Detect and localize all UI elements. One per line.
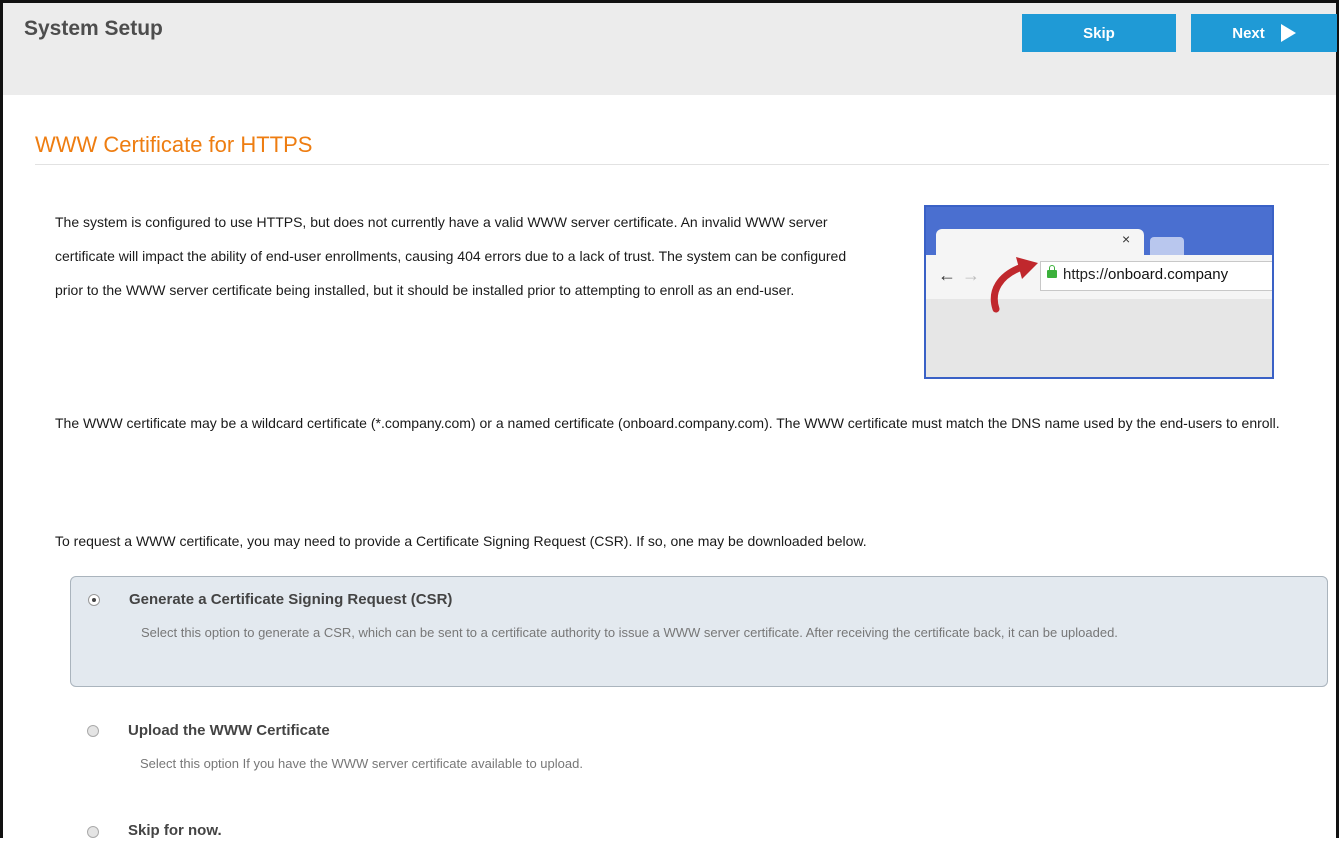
radio-generate-csr[interactable] [88,594,100,606]
skip-button-label: Skip [1083,24,1115,42]
option-generate-csr[interactable]: Generate a Certificate Signing Request (… [70,576,1328,687]
forward-arrow-icon: → [962,265,980,285]
section-title: WWW Certificate for HTTPS [35,132,313,157]
option-title: Generate a Certificate Signing Request (… [129,591,453,608]
lock-icon [1047,265,1057,278]
next-button-label: Next [1232,24,1265,42]
play-arrow-icon [1280,24,1296,42]
option-description: Select this option to generate a CSR, wh… [141,625,1118,640]
close-tab-icon: × [1122,231,1131,247]
section-divider [35,164,1329,165]
https-browser-illustration: × ← → https://onboard.company [924,205,1274,379]
browser-toolbar: ← → https://onboard.company [926,255,1272,299]
radio-skip-for-now[interactable] [87,826,99,838]
skip-button[interactable]: Skip [1022,14,1176,52]
url-text: https://onboard.company [1063,266,1228,283]
url-host: onboard.company [1108,266,1229,283]
option-upload-certificate[interactable]: Upload the WWW Certificate Select this o… [70,710,1328,780]
option-title: Upload the WWW Certificate [128,722,330,739]
header-bar: System Setup Skip Next [3,3,1337,95]
page-title: System Setup [24,17,163,40]
option-description: Select this option If you have the WWW s… [140,756,583,771]
url-prefix: https:// [1063,266,1109,283]
option-title: Skip for now. [128,822,222,839]
radio-upload-certificate[interactable] [87,725,99,737]
back-arrow-icon: ← [938,265,956,285]
browser-page [926,299,1272,377]
wildcard-paragraph: The WWW certificate may be a wildcard ce… [55,415,1280,431]
intro-paragraph: The system is configured to use HTTPS, b… [55,214,847,298]
red-curved-arrow-icon [990,257,1038,313]
url-bar: https://onboard.company [1040,261,1272,291]
csr-paragraph: To request a WWW certificate, you may ne… [55,533,867,549]
next-button[interactable]: Next [1191,14,1337,52]
